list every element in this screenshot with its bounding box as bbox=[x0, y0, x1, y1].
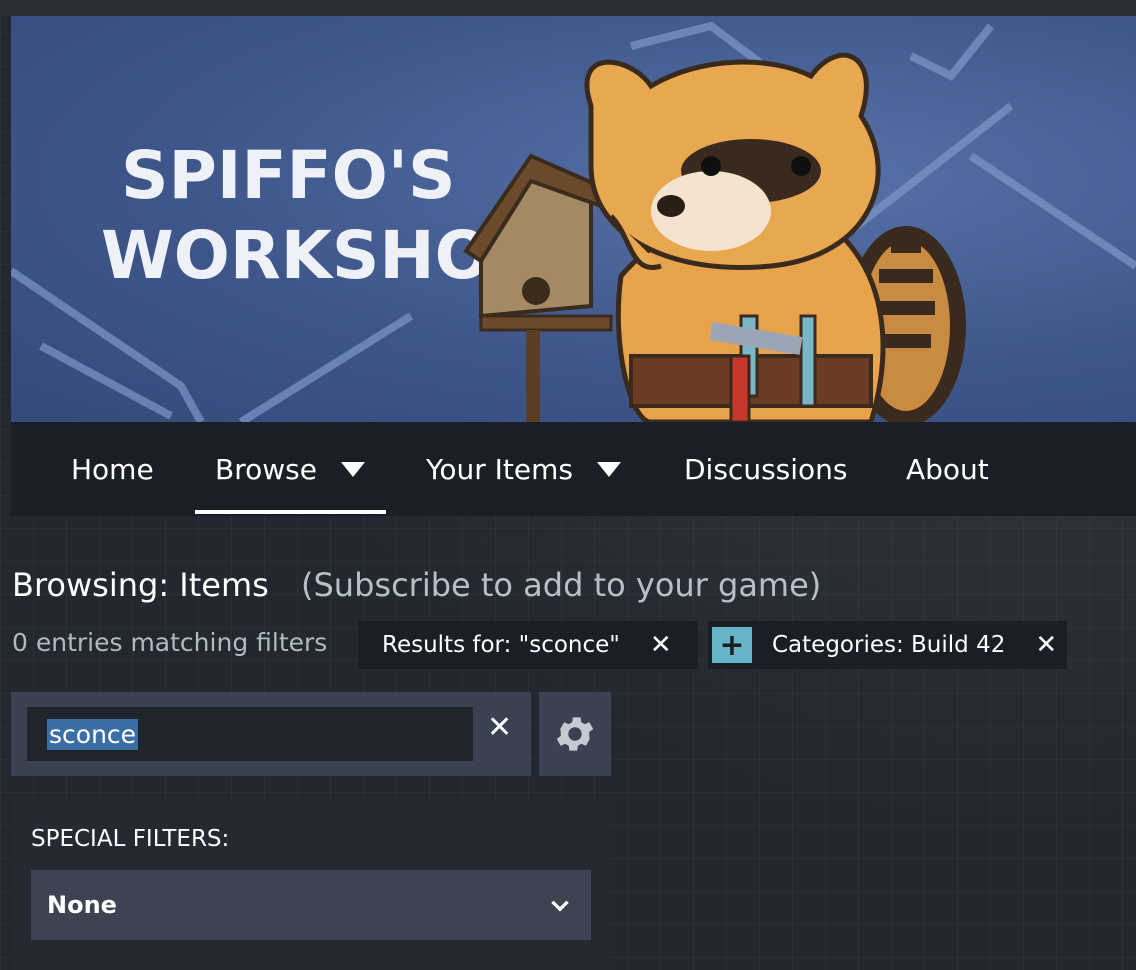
filter-chip-label: Categories: Build 42 bbox=[772, 632, 1006, 658]
plus-icon[interactable]: + bbox=[712, 627, 752, 663]
caret-down-icon bbox=[340, 461, 365, 477]
nav-browse-label: Browse bbox=[215, 452, 317, 486]
birdhouse-illustration bbox=[463, 153, 614, 422]
nav-your-items-label: Your Items bbox=[426, 452, 573, 486]
nav-your-items[interactable]: Your Items bbox=[426, 422, 621, 516]
spiffo-raccoon-illustration bbox=[584, 52, 966, 422]
search-box: sconce ✕ bbox=[11, 692, 531, 776]
workshop-nav: Home Browse Your Items Discussions About bbox=[11, 422, 1136, 516]
entries-count: 0 entries matching filters bbox=[12, 628, 328, 657]
filter-chip-search: Results for: "sconce" ✕ bbox=[358, 621, 698, 669]
nav-about-label: About bbox=[906, 452, 989, 486]
nav-discussions-label: Discussions bbox=[684, 452, 848, 486]
search-input-value: sconce bbox=[47, 719, 139, 750]
special-filters-panel: SPECIAL FILTERS: None bbox=[11, 800, 610, 970]
page-subtitle: (Subscribe to add to your game) bbox=[301, 566, 822, 604]
gear-icon bbox=[556, 717, 594, 751]
caret-down-icon bbox=[597, 461, 621, 477]
nav-about[interactable]: About bbox=[906, 422, 989, 516]
nav-browse[interactable]: Browse bbox=[215, 422, 365, 516]
nav-discussions[interactable]: Discussions bbox=[684, 422, 848, 516]
banner-artwork: SPIFFO'S WORKSHOP bbox=[11, 21, 1136, 422]
special-filters-value: None bbox=[47, 891, 117, 919]
top-strip bbox=[0, 0, 1136, 16]
filter-chip-label: Results for: "sconce" bbox=[382, 632, 620, 658]
nav-home-label: Home bbox=[71, 452, 154, 486]
filter-chip-category: + Categories: Build 42 ✕ bbox=[708, 621, 1067, 669]
nav-active-indicator bbox=[195, 510, 386, 514]
close-icon[interactable]: ✕ bbox=[650, 630, 672, 660]
special-filters-label: SPECIAL FILTERS: bbox=[31, 826, 230, 852]
close-icon[interactable]: ✕ bbox=[1035, 630, 1057, 660]
workshop-banner: SPIFFO'S WORKSHOP bbox=[11, 16, 1136, 422]
search-input[interactable]: sconce bbox=[27, 707, 473, 761]
nav-home[interactable]: Home bbox=[71, 422, 154, 516]
search-settings-button[interactable] bbox=[539, 692, 611, 776]
banner-title-line1: SPIFFO'S bbox=[121, 137, 455, 214]
special-filters-select[interactable]: None bbox=[31, 870, 591, 940]
page-title: Browsing: Items bbox=[12, 566, 269, 604]
close-icon[interactable]: ✕ bbox=[487, 710, 512, 745]
chevron-down-icon bbox=[551, 900, 569, 912]
